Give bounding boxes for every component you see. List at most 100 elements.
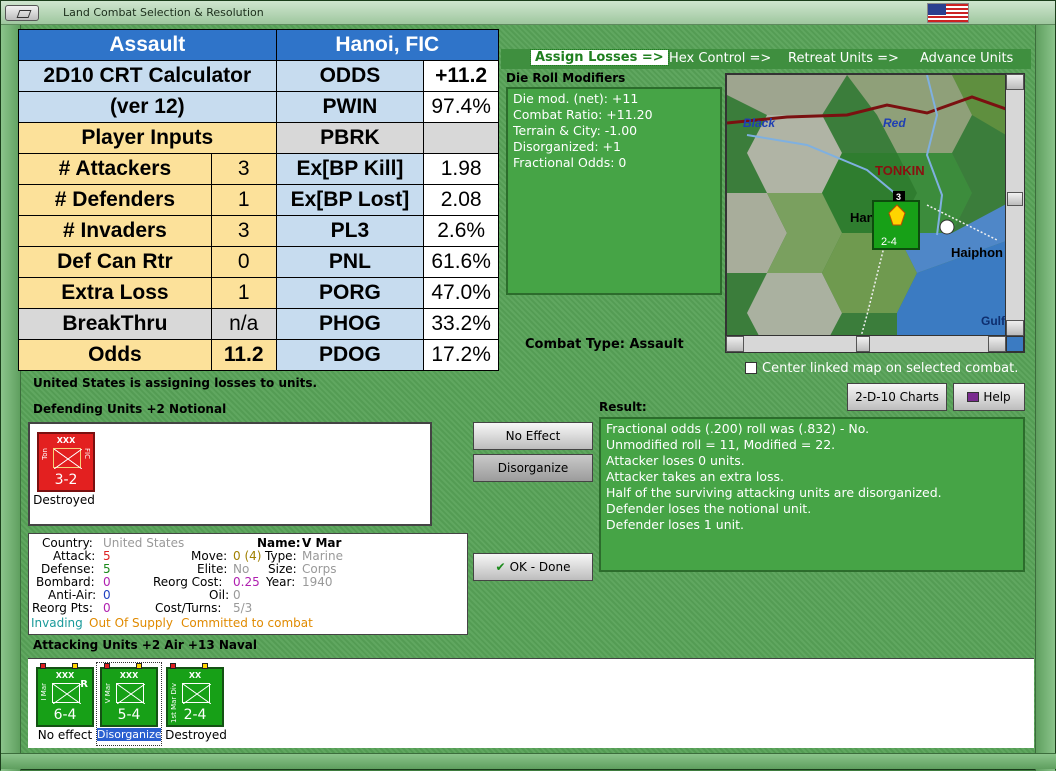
calc-output-value: 1.98 (423, 153, 499, 185)
reorg-pts-label: Reorg Pts: (32, 601, 93, 615)
calc-version: (ver 12) (18, 91, 277, 123)
attacking-units-panel: XXX I Mar R 6-4 No effect XXX V Mar 5-4 … (28, 658, 1034, 748)
no-effect-button[interactable]: No Effect (473, 422, 593, 450)
country-value: United States (103, 536, 185, 550)
city-marker-icon (939, 219, 955, 235)
map-graphic: Black Red TONKIN Han Haiphon Gulf 3 2-4 (727, 75, 1023, 351)
attacking-unit-caption: Disorganized (97, 728, 169, 741)
map-horizontal-scrollbar[interactable] (725, 335, 1007, 353)
status-pip-icon (170, 663, 176, 669)
attacking-units-title: Attacking Units +2 Air +13 Naval (33, 638, 258, 652)
result-line: Defender loses the notional unit. (606, 501, 812, 516)
attacking-unit-counter[interactable]: XXX V Mar 5-4 (100, 663, 158, 727)
year-value: 1940 (302, 575, 333, 589)
defending-units-title: Defending Units +2 Notional (33, 402, 227, 416)
status-invading: Invading (31, 616, 83, 630)
unit-strength: 2-4 (183, 707, 207, 723)
status-pip-icon (136, 663, 142, 669)
attacking-unit-counter[interactable]: XXX I Mar R 6-4 (36, 663, 94, 727)
title-bar: Land Combat Selection & Resolution (1, 1, 1055, 25)
calc-output-value: +11.2 (423, 60, 499, 92)
unit-strength: 5-4 (117, 707, 141, 723)
calc-output-label: Ex[BP Kill] (275, 153, 425, 185)
result-title: Result: (599, 400, 647, 414)
map-unit-strength: 2-4 (881, 236, 897, 248)
help-label: Help (983, 390, 1011, 404)
tab-advance-units[interactable]: Advance Units (920, 51, 1013, 66)
calc-input-label: # Defenders (18, 184, 212, 216)
disorganize-button[interactable]: Disorganize (473, 454, 593, 482)
calc-input-label: BreakThru (18, 308, 212, 340)
unit-strength: 6-4 (53, 707, 77, 723)
reorg-pts-value: 0 (103, 601, 111, 615)
tab-retreat-units[interactable]: Retreat Units => (788, 51, 899, 66)
result-line: Half of the surviving attacking units ar… (606, 485, 942, 500)
calc-player-inputs: Player Inputs (18, 122, 277, 154)
marine-symbol-icon (52, 683, 81, 704)
attacking-unit-caption: No effect (37, 728, 93, 742)
calc-input-label: # Attackers (18, 153, 212, 185)
calc-output-label: PWIN (275, 91, 425, 123)
infantry-symbol-icon (53, 448, 82, 469)
window-title: Land Combat Selection & Resolution (63, 6, 264, 19)
die-roll-line: Fractional Odds: 0 (513, 155, 627, 170)
attacking-unit-counter[interactable]: XX 1st Mar Div 2-4 (166, 663, 224, 727)
scroll-right-button[interactable] (988, 336, 1006, 352)
center-linked-map-checkbox[interactable]: Center linked map on selected combat. (745, 361, 1018, 376)
die-roll-line: Terrain & City: -1.00 (513, 123, 638, 138)
defending-unit-counter[interactable]: XXX Ton FIC 3-2 (37, 432, 95, 492)
calc-input-value: n/a (210, 308, 277, 340)
calc-output-label: PORG (275, 277, 425, 309)
calc-input-value: 3 (210, 153, 277, 185)
status-out-of-supply: Out Of Supply (89, 616, 173, 630)
calc-output-label: Ex[BP Lost] (275, 184, 425, 216)
status-pip-icon (40, 663, 46, 669)
status-pip-icon (72, 663, 78, 669)
defending-unit-caption: Destroyed (33, 493, 95, 507)
calc-output-label: PHOG (275, 308, 425, 340)
frame-right-border (1035, 25, 1055, 771)
scroll-down-button[interactable] (1006, 320, 1024, 336)
unit-strength: 3-2 (54, 472, 78, 488)
calc-input-value: 1 (210, 277, 277, 309)
tab-hex-control[interactable]: Hex Control => (669, 51, 771, 66)
calc-input-label: # Invaders (18, 215, 212, 247)
result-line: Defender loses 1 unit. (606, 517, 744, 532)
unit-size: XXX (119, 671, 139, 680)
checkbox-label: Center linked map on selected combat. (762, 361, 1019, 376)
calc-output-label: PNL (275, 246, 425, 278)
marine-symbol-icon (116, 683, 145, 704)
calc-input-value: 0 (210, 246, 277, 278)
scroll-thumb[interactable] (856, 336, 870, 352)
crt-charts-button[interactable]: 2-D-10 Charts (847, 383, 947, 411)
step-tabs: Assign Losses => Hex Control => Retreat … (501, 49, 1031, 69)
scroll-thumb[interactable] (1007, 192, 1023, 206)
scroll-left-button[interactable] (726, 336, 744, 352)
map-vertical-scrollbar[interactable] (1005, 73, 1025, 337)
window-menu-icon[interactable] (5, 5, 39, 21)
calc-input-label: Extra Loss (18, 277, 212, 309)
cost-turns-value: 5/3 (233, 601, 253, 615)
unit-side-text: FIC (83, 448, 91, 459)
map-label-city: Haiphon (951, 245, 1003, 260)
status-committed: Committed to combat (181, 616, 313, 630)
linked-map[interactable]: Black Red TONKIN Han Haiphon Gulf 3 2-4 (725, 73, 1025, 353)
unit-side-text: Ton (41, 448, 49, 460)
die-roll-line: Combat Ratio: +11.20 (513, 107, 653, 122)
unit-badge: R (80, 679, 88, 690)
tab-assign-losses[interactable]: Assign Losses => (530, 49, 669, 66)
result-line: Unmodified roll = 11, Modified = 22. (606, 437, 836, 452)
unit-side-text: I Mar (40, 683, 48, 701)
map-label-gulf: Gulf (981, 314, 1006, 328)
us-flag-icon (927, 3, 969, 23)
calc-input-value: 11.2 (210, 339, 277, 371)
calc-output-value: 2.08 (423, 184, 499, 216)
checkbox-box[interactable] (745, 362, 757, 374)
unit-details-panel: Country: United States Name: V Mar Attac… (28, 533, 468, 635)
book-icon (967, 392, 980, 402)
help-button[interactable]: Help (953, 383, 1025, 411)
scroll-up-button[interactable] (1006, 74, 1024, 90)
year-label: Year: (266, 575, 296, 589)
calc-output-label: PDOG (275, 339, 425, 371)
ok-done-button[interactable]: ✔ OK - Done (473, 553, 593, 581)
